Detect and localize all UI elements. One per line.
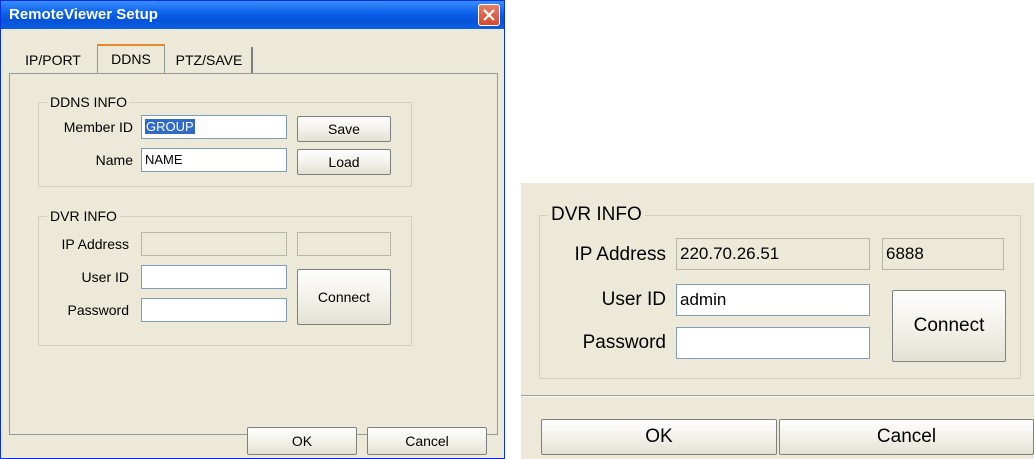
close-button[interactable] [478, 4, 500, 26]
ddns-tab-panel: DDNS INFO Member ID GROUP Name NAME Save… [9, 73, 498, 435]
zoom-port-field: 6888 [882, 238, 1004, 270]
user-id-label: User ID [81, 269, 129, 285]
title-bar[interactable]: RemoteViewer Setup [1, 1, 504, 29]
dialog-title: RemoteViewer Setup [9, 6, 158, 23]
ddns-info-label: DDNS INFO [47, 94, 130, 110]
zoom-dvr-info-group: DVR INFO IP Address 220.70.26.51 6888 Us… [539, 204, 1021, 379]
connect-button[interactable]: Connect [297, 269, 391, 325]
zoom-connect-button[interactable]: Connect [892, 290, 1006, 362]
zoom-dvr-info-label: DVR INFO [548, 204, 645, 226]
zoom-divider [521, 395, 1034, 397]
cancel-button[interactable]: Cancel [367, 427, 487, 455]
password-label: Password [67, 302, 129, 318]
close-icon [483, 9, 495, 21]
zoom-ok-button[interactable]: OK [541, 419, 777, 455]
user-id-field[interactable] [141, 265, 287, 289]
name-field[interactable]: NAME [141, 148, 287, 172]
tab-ptz-save[interactable]: PTZ/SAVE [167, 47, 253, 73]
setup-dialog: RemoteViewer Setup IP/PORT DDNS PTZ/SAVE… [0, 0, 505, 459]
ok-button[interactable]: OK [247, 427, 357, 455]
load-button[interactable]: Load [297, 149, 391, 175]
tab-ddns[interactable]: DDNS [97, 44, 165, 73]
zoom-ip-address-label: IP Address [574, 244, 666, 265]
save-button[interactable]: Save [297, 116, 391, 142]
ip-address-label: IP Address [61, 236, 129, 252]
dvr-info-label: DVR INFO [47, 208, 120, 224]
ddns-info-group: DDNS INFO Member ID GROUP Name NAME Save… [38, 94, 412, 187]
member-id-label: Member ID [63, 119, 133, 135]
member-id-field[interactable]: GROUP [141, 115, 287, 139]
zoom-password-field[interactable] [676, 327, 870, 359]
zoom-cancel-button[interactable]: Cancel [779, 419, 1034, 455]
name-label: Name [95, 152, 133, 168]
tab-ip-port[interactable]: IP/PORT [9, 47, 97, 73]
dvr-info-group: DVR INFO IP Address User ID Password Con… [38, 208, 412, 346]
port-field [297, 232, 391, 256]
zoom-user-id-field[interactable]: admin [676, 284, 870, 316]
zoom-password-label: Password [582, 332, 666, 353]
zoomed-dvr-panel: DVR INFO IP Address 220.70.26.51 6888 Us… [521, 183, 1034, 459]
password-field[interactable] [141, 298, 287, 322]
zoom-user-id-label: User ID [601, 289, 666, 310]
ip-address-field [141, 232, 287, 256]
zoom-ip-address-field: 220.70.26.51 [676, 238, 870, 270]
member-id-value: GROUP [145, 119, 195, 134]
